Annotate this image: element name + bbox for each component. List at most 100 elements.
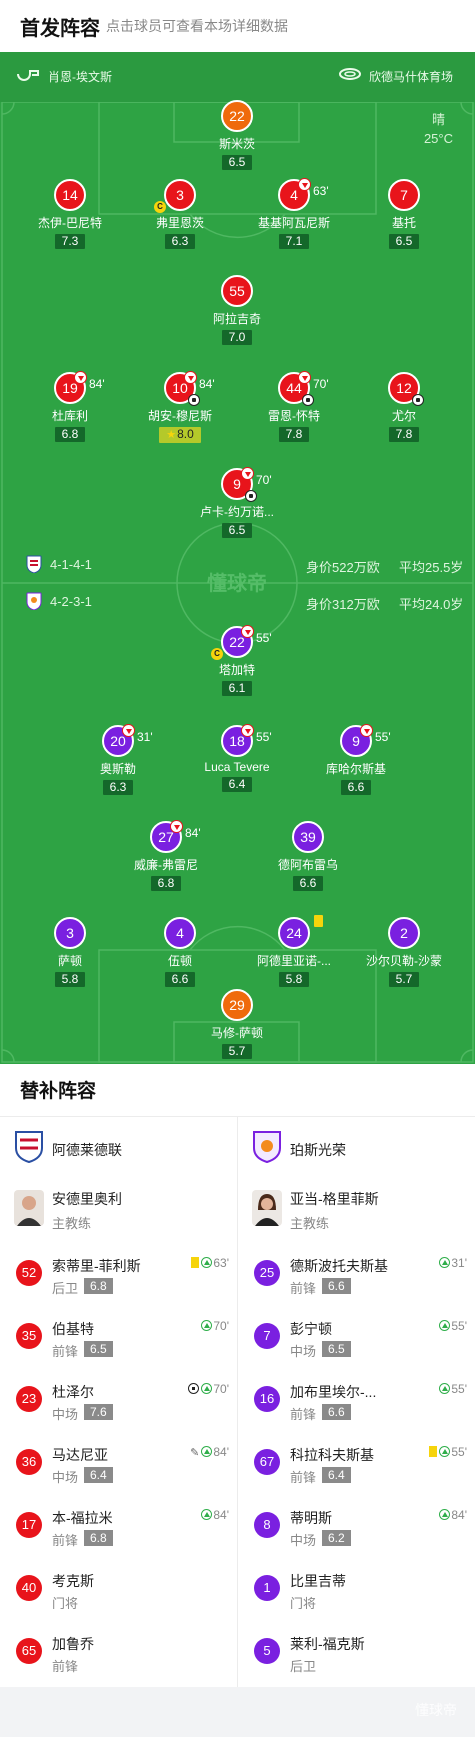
player-number: 23: [16, 1386, 42, 1412]
sub-player-row[interactable]: 17 本-福拉米 前锋 6.8 84': [0, 1498, 237, 1562]
away-coach-role: 主教练: [290, 1216, 330, 1231]
sub-player-row[interactable]: 35 伯基特 前锋 6.5 70': [0, 1309, 237, 1373]
player-name: 伯基特: [52, 1321, 94, 1337]
sub-time: 84': [451, 1508, 467, 1522]
captain-icon: C: [211, 648, 223, 660]
away-player[interactable]: 22 55' C 塔加特 6.1: [172, 625, 302, 697]
home-player[interactable]: 9 70' 卢卡-约万诺... 6.5: [172, 467, 302, 539]
player-number: 1: [254, 1575, 280, 1601]
player-rating: 6.8: [84, 1530, 113, 1546]
away-player[interactable]: 4 伍顿 6.6: [115, 917, 245, 988]
player-name: Luca Tevere: [204, 760, 270, 774]
sub-player-row[interactable]: 67 科拉科夫斯基 前锋 6.4 55': [238, 1435, 475, 1499]
player-name: 彭宁顿: [290, 1321, 332, 1337]
sub-out-icon: [170, 820, 183, 833]
player-number-text: 12: [396, 380, 412, 396]
sub-event: 63': [191, 1256, 229, 1270]
home-coach-avatar[interactable]: [14, 1190, 44, 1226]
sub-out-icon: [241, 724, 254, 737]
assist-icon: [302, 394, 314, 406]
sub-player-row[interactable]: 40 考克斯 门将: [0, 1561, 237, 1625]
away-player[interactable]: 39 德阿布雷乌 6.6: [243, 821, 373, 892]
sub-time: 31': [451, 1256, 467, 1270]
player-rating: 6.4: [221, 777, 253, 792]
sub-out-icon: [360, 724, 373, 737]
substitutes-section: 替补阵容 阿德莱德联 珀斯光荣 安德里奥利 主教练 亚当-格里菲斯 主教练 52…: [0, 1064, 475, 1687]
sub-player-row[interactable]: 25 德斯波托夫斯基 前锋 6.6 31': [238, 1246, 475, 1310]
away-player[interactable]: 18 55' Luca Tevere 6.4: [172, 724, 302, 793]
player-number: 22 55' C: [211, 625, 272, 660]
pitch-watermark: 懂球帝: [207, 571, 267, 595]
sub-player-row[interactable]: 7 彭宁顿 中场 6.5 55': [238, 1309, 475, 1373]
away-player[interactable]: 2 沙尔贝勒-沙蒙 5.7: [339, 917, 469, 988]
away-team-badge-icon: [26, 592, 42, 610]
player-name: 莱利-福克斯: [290, 1636, 365, 1652]
away-coach-avatar[interactable]: [252, 1190, 282, 1226]
player-name: 库哈尔斯基: [325, 762, 386, 776]
player-rating: 5.7: [221, 1044, 253, 1059]
home-team-name: 阿德莱德联: [52, 1142, 122, 1158]
sub-event: 55': [429, 1445, 467, 1459]
home-player[interactable]: 55 阿拉吉奇 7.0: [172, 275, 302, 346]
player-number: 4 63': [278, 178, 329, 211]
sub-time: 63': [213, 1256, 229, 1270]
player-number: 8: [254, 1512, 280, 1538]
player-rating: 6.8: [54, 427, 86, 442]
sub-player-row[interactable]: 1 比里吉蒂 门将: [238, 1561, 475, 1625]
player-rating: 7.1: [278, 234, 310, 249]
sub-out-icon: [74, 371, 87, 384]
sub-time: 55': [451, 1382, 467, 1396]
home-player[interactable]: 12 尤尔 7.8: [339, 372, 469, 443]
sub-player-row[interactable]: 16 加布里埃尔-... 前锋 6.6 55': [238, 1372, 475, 1436]
player-rating: 6.6: [322, 1404, 351, 1420]
yellow-card-icon: [314, 915, 323, 927]
sub-out-icon: [184, 371, 197, 384]
player-number: 14: [54, 179, 86, 211]
sub-time: 70': [213, 1382, 229, 1396]
player-number: 3: [54, 917, 86, 949]
away-team-name: 珀斯光荣: [290, 1142, 346, 1158]
player-number: 4: [164, 917, 196, 949]
sub-time: 55': [451, 1445, 467, 1459]
player-rating: 6.6: [322, 1278, 351, 1294]
player-rating: 6.5: [322, 1341, 351, 1357]
player-rating: 6.4: [84, 1467, 113, 1483]
player-rating: 6.8: [150, 876, 182, 891]
sub-time: 31': [137, 730, 153, 744]
sub-time: 84': [185, 826, 201, 840]
sub-player-row[interactable]: 65 加鲁乔 前锋: [0, 1624, 237, 1688]
sub-in-icon: [439, 1383, 451, 1394]
player-rating: 6.5: [388, 234, 420, 249]
player-number: 20 31': [102, 724, 153, 757]
player-number: 12: [388, 372, 424, 406]
player-number-text: 24: [286, 925, 302, 941]
away-player[interactable]: 27 84' 威廉-弗雷尼 6.8: [101, 820, 231, 892]
sub-in-icon: [439, 1320, 451, 1331]
sub-time: 70': [256, 473, 272, 487]
player-number-text: 9: [352, 733, 360, 749]
away-player[interactable]: 20 31' 奥斯勒 6.3: [53, 724, 183, 796]
player-number: 36: [16, 1449, 42, 1475]
home-player[interactable]: 7 基托 6.5: [339, 179, 469, 250]
sub-player-row[interactable]: 36 马达尼亚 中场 6.4 ✎ 84': [0, 1435, 237, 1499]
player-number: 2: [388, 917, 420, 949]
home-player[interactable]: 10 84' 胡安-穆尼斯 ★8.0: [115, 371, 245, 443]
player-position: 前锋: [290, 1281, 317, 1296]
sub-player-row[interactable]: 23 杜泽尔 中场 7.6 70': [0, 1372, 237, 1436]
sub-player-row[interactable]: 5 莱利-福克斯 后卫: [238, 1624, 475, 1688]
home-player[interactable]: 22 斯米茨 6.5: [172, 100, 302, 171]
away-player[interactable]: 29 马修-萨顿 5.7: [172, 989, 302, 1060]
sub-event: 70': [201, 1319, 229, 1333]
player-number: 9 55': [340, 724, 391, 757]
player-number: 18 55': [221, 724, 272, 757]
home-player[interactable]: 3C 弗里恩茨 6.3: [115, 179, 245, 250]
away-coach-name[interactable]: 亚当-格里菲斯: [290, 1189, 379, 1209]
player-position: 中场: [290, 1533, 317, 1548]
player-rating: 6.3: [102, 780, 134, 795]
away-player[interactable]: 9 55' 库哈尔斯基 6.6: [291, 724, 421, 796]
player-rating: 6.8: [84, 1278, 113, 1294]
home-coach-name[interactable]: 安德里奥利: [52, 1189, 122, 1209]
assist-icon: ✎: [190, 1447, 200, 1459]
sub-player-row[interactable]: 52 索蒂里-菲利斯 后卫 6.8 63': [0, 1246, 237, 1310]
sub-player-row[interactable]: 8 蒂明斯 中场 6.2 84': [238, 1498, 475, 1562]
